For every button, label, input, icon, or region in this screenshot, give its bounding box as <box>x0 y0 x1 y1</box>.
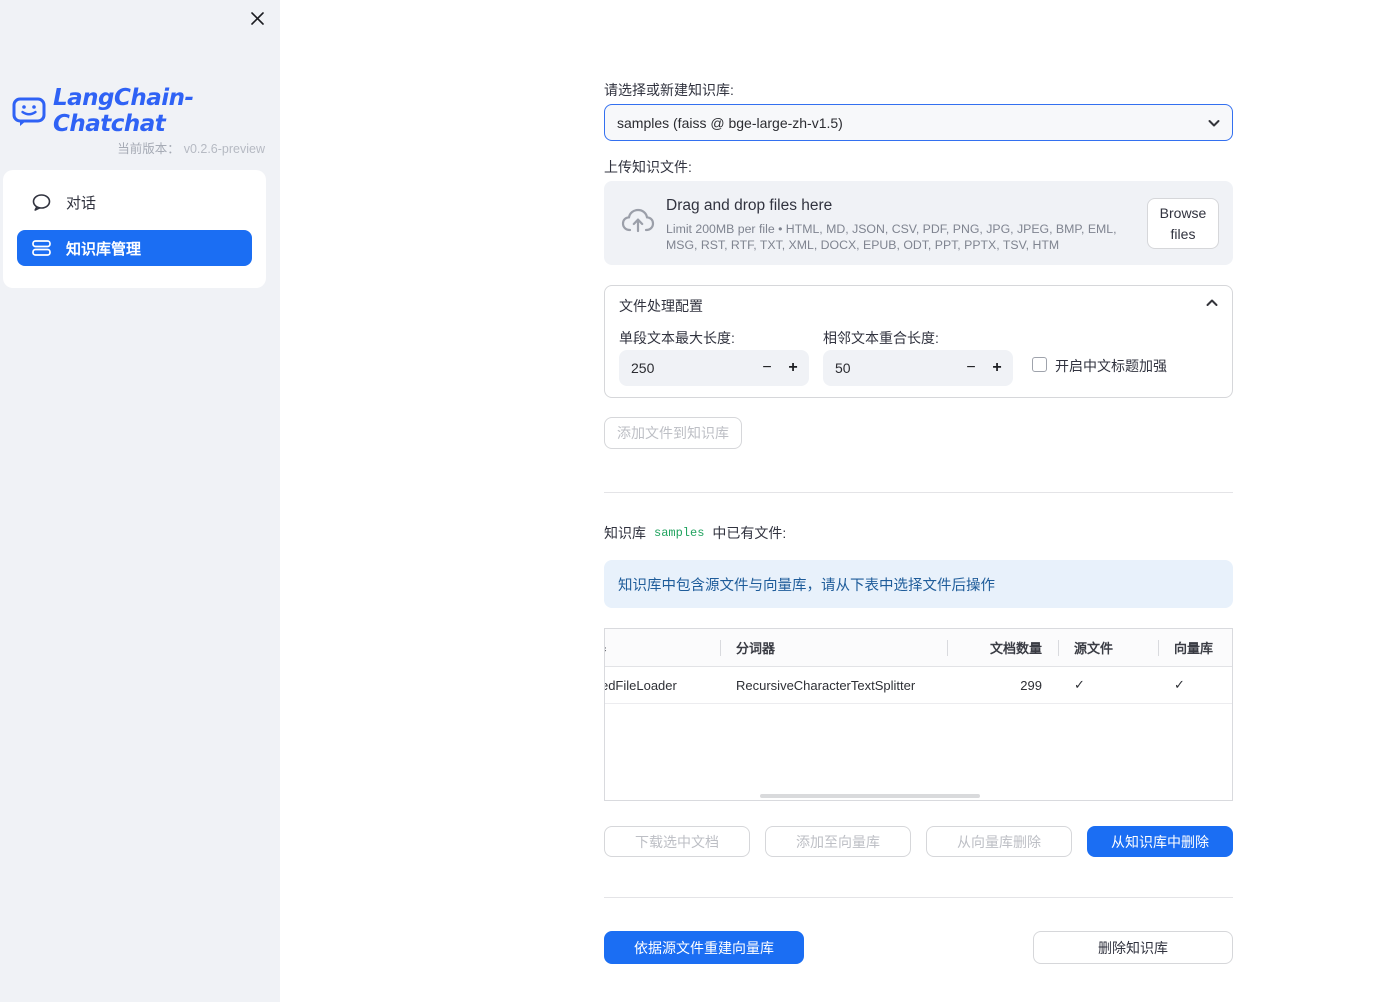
delete-from-vector-store-button[interactable]: 从向量库删除 <box>926 826 1072 857</box>
table-row[interactable]: UnstructuredFileLoader RecursiveCharacte… <box>605 667 1232 704</box>
info-banner: 知识库中包含源文件与向量库，请从下表中选择文件后操作 <box>604 560 1233 608</box>
minus-stepper-icon[interactable]: − <box>753 350 781 386</box>
column-header-splitter[interactable]: 分词器 <box>720 629 947 666</box>
file-dropzone[interactable]: Drag and drop files here Limit 200MB per… <box>604 181 1233 265</box>
column-header-source-file[interactable]: 源文件 <box>1058 629 1158 666</box>
delete-from-kb-button[interactable]: 从知识库中删除 <box>1087 826 1233 857</box>
info-banner-text: 知识库中包含源文件与向量库，请从下表中选择文件后操作 <box>618 577 995 594</box>
cell-vector-store-check: ✓ <box>1174 677 1185 692</box>
plus-stepper-icon[interactable]: + <box>983 350 1011 386</box>
main-content: 请选择或新建知识库: samples (faiss @ bge-large-zh… <box>604 0 1233 1002</box>
chevron-down-icon <box>1207 117 1221 129</box>
divider <box>604 897 1233 898</box>
cell-splitter: RecursiveCharacterTextSplitter <box>736 677 916 693</box>
table-scroll-area: 文档加载器 分词器 文档数量 源文件 向量库 UnstructuredFileL… <box>605 629 1232 704</box>
add-to-vector-store-button[interactable]: 添加至向量库 <box>765 826 911 857</box>
cloud-upload-icon <box>621 207 655 234</box>
upload-label: 上传知识文件: <box>604 159 692 175</box>
zh-title-enhance-checkbox[interactable] <box>1032 357 1047 372</box>
chunk-size-label: 单段文本最大长度: <box>619 330 735 346</box>
chunk-size-input[interactable]: 250 − + <box>619 350 809 386</box>
overlap-size-value: 50 <box>835 360 851 376</box>
download-selected-button[interactable]: 下载选中文档 <box>604 826 750 857</box>
divider <box>604 492 1233 493</box>
column-header-doc-count[interactable]: 文档数量 <box>947 629 1058 666</box>
app-logo: LangChain-Chatchat <box>12 85 280 137</box>
dropzone-limit-text: Limit 200MB per file • HTML, MD, JSON, C… <box>666 222 1117 252</box>
dropzone-title: Drag and drop files here <box>666 197 833 214</box>
app-title: LangChain-Chatchat <box>53 85 194 137</box>
kb-name-code: samples <box>654 526 705 540</box>
sidebar-item-label: 对话 <box>66 194 97 212</box>
overlap-size-label: 相邻文本重合长度: <box>823 330 939 346</box>
kb-select-dropdown[interactable]: samples (faiss @ bge-large-zh-v1.5) <box>604 104 1233 141</box>
expander-title: 文件处理配置 <box>619 298 703 314</box>
zh-title-enhance-label: 开启中文标题加强 <box>1055 358 1167 374</box>
kb-files-heading: 知识库 samples 中已有文件: <box>604 523 786 543</box>
add-files-to-kb-button[interactable]: 添加文件到知识库 <box>604 417 742 449</box>
kb-files-prefix: 知识库 <box>604 525 646 541</box>
minus-stepper-icon[interactable]: − <box>957 350 985 386</box>
chevron-up-icon <box>1205 297 1219 309</box>
horizontal-scrollbar[interactable] <box>760 794 980 798</box>
column-header-vector-store[interactable]: 向量库 <box>1158 629 1232 666</box>
sidebar: LangChain-Chatchat 当前版本： v0.2.6-preview 对… <box>0 0 280 1002</box>
table-actions: 下载选中文档 添加至向量库 从向量库删除 从知识库中删除 <box>604 826 1233 857</box>
column-header-loader[interactable]: 文档加载器 <box>605 629 720 666</box>
overlap-size-input[interactable]: 50 − + <box>823 350 1013 386</box>
chunk-size-value: 250 <box>631 360 655 376</box>
sidebar-close-icon[interactable] <box>247 8 267 28</box>
sidebar-menu: 对话 知识库管理 <box>3 170 266 288</box>
delete-kb-button[interactable]: 删除知识库 <box>1033 931 1233 964</box>
kb-files-table: 文档加载器 分词器 文档数量 源文件 向量库 UnstructuredFileL… <box>604 628 1233 801</box>
sidebar-item-label: 知识库管理 <box>66 240 142 258</box>
sidebar-item-knowledge-base[interactable]: 知识库管理 <box>17 230 252 266</box>
version-info: 当前版本： v0.2.6-preview <box>117 138 265 157</box>
sidebar-item-dialogue[interactable]: 对话 <box>17 184 252 220</box>
version-label: 当前版本： <box>117 142 180 156</box>
cell-doc-count: 299 <box>1020 677 1042 693</box>
kb-select-value: samples (faiss @ bge-large-zh-v1.5) <box>617 114 843 131</box>
cell-source-file-check: ✓ <box>1074 677 1085 692</box>
chat-bubble-icon <box>32 193 51 211</box>
browse-files-button[interactable]: Browse files <box>1147 198 1219 249</box>
kb-files-suffix: 中已有文件: <box>712 525 787 541</box>
logo-chat-smiley-icon <box>12 95 46 128</box>
expander-header[interactable]: 文件处理配置 <box>605 286 1232 326</box>
plus-stepper-icon[interactable]: + <box>779 350 807 386</box>
table-header: 文档加载器 分词器 文档数量 源文件 向量库 <box>605 629 1232 667</box>
cell-loader: UnstructuredFileLoader <box>605 677 677 693</box>
version-value: v0.2.6-preview <box>183 142 265 156</box>
file-config-expander: 文件处理配置 单段文本最大长度: 相邻文本重合长度: 250 − + 50 − … <box>604 285 1233 398</box>
rebuild-vector-store-button[interactable]: 依据源文件重建向量库 <box>604 931 804 964</box>
kb-select-label: 请选择或新建知识库: <box>604 82 734 98</box>
knowledge-base-icon <box>32 240 51 256</box>
